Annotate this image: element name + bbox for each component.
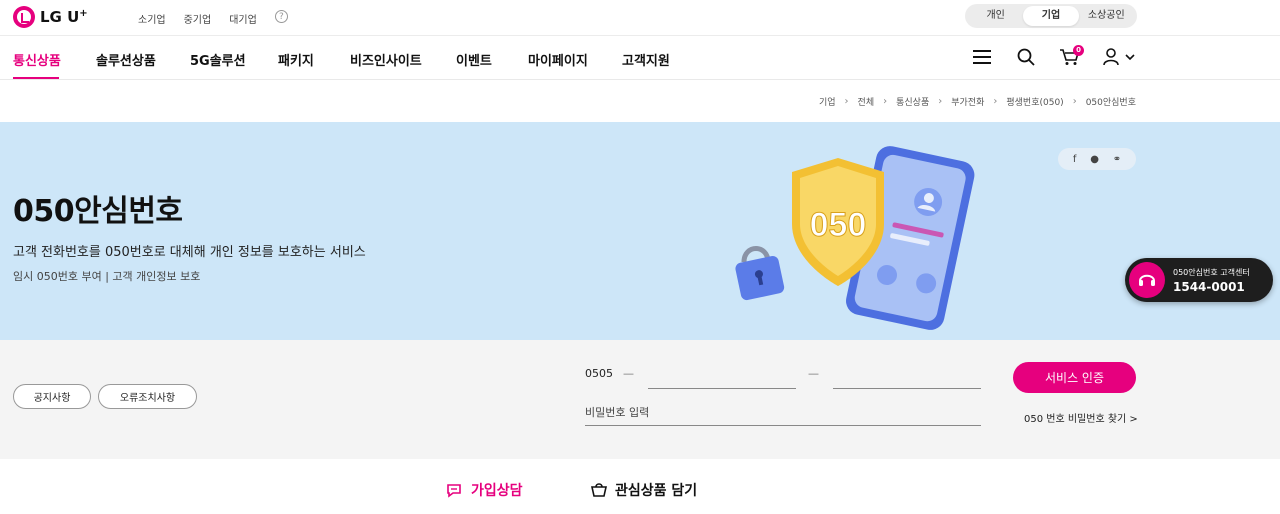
shield-050-label: 050 <box>810 206 867 244</box>
nav-telecom-products[interactable]: 통신상품 <box>13 50 61 69</box>
consult-icon <box>447 484 461 498</box>
help-icon[interactable]: ? <box>274 10 288 23</box>
chevron-right-icon: › <box>883 96 888 107</box>
toggle-personal[interactable]: 개인 <box>968 6 1023 26</box>
lg-uplus-logo[interactable]: LG U+ <box>13 6 88 28</box>
cart-count-badge: 0 <box>1073 45 1084 56</box>
wishlist-basket-icon <box>591 483 607 497</box>
breadcrumb-item[interactable]: 평생번호(050) <box>1006 95 1063 108</box>
number-last-input[interactable] <box>833 388 981 389</box>
toggle-small-merchant[interactable]: 소상공인 <box>1079 6 1134 26</box>
consult-tab[interactable]: 가입상담 <box>446 480 523 500</box>
user-icon[interactable] <box>1102 48 1138 66</box>
page-title: 050안심번호 <box>13 194 183 229</box>
breadcrumb: 기업 › 전체 › 통신상품 › 부가전화 › 평생번호(050) › 050안심번호 <box>819 95 1136 108</box>
service-auth-button[interactable]: 서비스 인증 <box>1013 362 1136 393</box>
customer-center-label: 050안심번호 고객센터 <box>1173 267 1250 277</box>
breadcrumb-item[interactable]: 전체 <box>858 95 875 108</box>
breadcrumb-item[interactable]: 부가전화 <box>951 95 984 108</box>
menu-icon[interactable] <box>972 48 992 66</box>
nav-mypage[interactable]: 마이페이지 <box>528 50 588 69</box>
error-guide-button[interactable]: 오류조치사항 <box>98 384 197 409</box>
link-small-business[interactable]: 소기업 <box>138 11 166 26</box>
number-middle-input[interactable] <box>648 388 796 389</box>
share-buttons: f ● ⚭ <box>1058 148 1136 170</box>
logo-plus: + <box>79 8 88 19</box>
headset-icon <box>1129 262 1165 298</box>
consult-label: 가입상담 <box>471 483 523 499</box>
find-password-link[interactable]: 050 번호 비밀번호 찾기 > <box>1024 410 1138 425</box>
active-nav-underline <box>13 77 59 79</box>
link-large-business[interactable]: 대기업 <box>229 11 257 26</box>
wishlist-tab[interactable]: 관심상품 담기 <box>590 480 697 500</box>
wishlist-label: 관심상품 담기 <box>615 483 698 499</box>
main-navigation: 통신상품 솔루션상품 5G솔루션 패키지 비즈인사이트 이벤트 마이페이지 고객… <box>0 36 1280 80</box>
password-input[interactable]: 비밀번호 입력 <box>585 404 649 420</box>
customer-type-toggle: 개인 기업 소상공인 <box>965 4 1137 28</box>
link-copy-icon[interactable]: ⚭ <box>1113 154 1121 165</box>
nav-solution-products[interactable]: 솔루션상품 <box>96 50 156 69</box>
company-size-links: 소기업 중기업 대기업 ? <box>138 10 306 26</box>
notice-button[interactable]: 공지사항 <box>13 384 91 409</box>
chevron-down-icon <box>1125 54 1135 61</box>
breadcrumb-item[interactable]: 기업 <box>819 95 836 108</box>
nav-customer-support[interactable]: 고객지원 <box>622 50 670 69</box>
nav-5g-solution[interactable]: 5G솔루션 <box>190 50 246 69</box>
facebook-icon[interactable]: f <box>1073 154 1077 165</box>
service-auth-section: 공지사항 오류조치사항 0505 — — 비밀번호 입력 서비스 인증 050 … <box>0 340 1280 459</box>
chevron-right-icon: › <box>993 96 998 107</box>
nav-biz-insight[interactable]: 비즈인사이트 <box>350 50 422 69</box>
customer-center-phone: 1544-0001 <box>1173 279 1245 294</box>
lg-logo-icon <box>13 6 35 28</box>
logo-text: LG U <box>40 8 80 26</box>
number-prefix: 0505 <box>585 367 613 380</box>
search-icon[interactable] <box>1017 48 1035 66</box>
hero-description: 고객 전화번호를 050번호로 대체해 개인 정보를 보호하는 서비스 <box>13 245 366 260</box>
chevron-right-icon: › <box>938 96 943 107</box>
top-bar: LG U+ 소기업 중기업 대기업 ? 개인 기업 소상공인 <box>0 0 1280 36</box>
toggle-business[interactable]: 기업 <box>1023 6 1079 26</box>
nav-event[interactable]: 이벤트 <box>456 50 492 69</box>
chat-share-icon[interactable]: ● <box>1090 154 1099 165</box>
hero-subtext: 임시 050번호 부여 | 고객 개인정보 보호 <box>13 270 201 283</box>
breadcrumb-current: 050안심번호 <box>1085 98 1136 108</box>
phone-shield-illustration: 050 <box>735 146 975 330</box>
nav-package[interactable]: 패키지 <box>278 50 314 69</box>
dash-separator: — <box>808 367 819 380</box>
hero-banner: 050안심번호 고객 전화번호를 050번호로 대체해 개인 정보를 보호하는 … <box>0 122 1280 340</box>
breadcrumb-item[interactable]: 통신상품 <box>896 95 929 108</box>
dash-separator: — <box>623 367 634 380</box>
bottom-action-bar: 가입상담 관심상품 담기 <box>0 459 1280 514</box>
chevron-right-icon: › <box>1072 96 1077 107</box>
link-mid-business[interactable]: 중기업 <box>184 11 212 26</box>
customer-center-floating-button[interactable]: 050안심번호 고객센터 1544-0001 <box>1125 258 1273 302</box>
chevron-right-icon: › <box>844 96 849 107</box>
password-underline <box>585 425 981 426</box>
